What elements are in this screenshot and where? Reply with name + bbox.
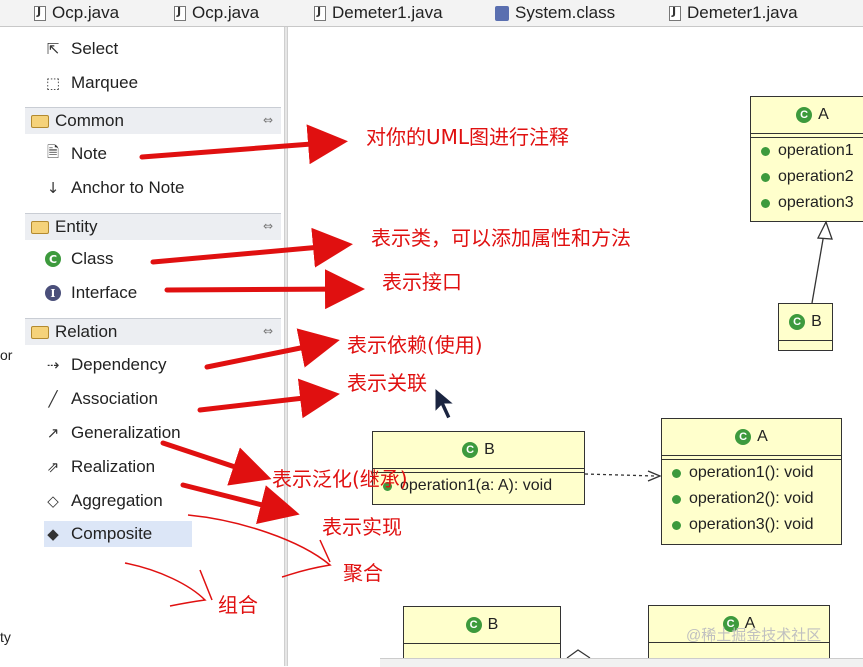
mouse-cursor-icon — [434, 386, 456, 420]
diamond-icon — [566, 649, 591, 659]
arrow-generalization — [160, 440, 272, 486]
arrow-class — [150, 227, 353, 268]
annotation-association: 表示关联 — [347, 371, 427, 395]
annotation-class: 表示类，可以添加属性和方法 — [371, 226, 631, 250]
open-arrowhead-icon — [647, 470, 662, 482]
curve-aggregation — [187, 514, 332, 578]
arrow-dependency — [204, 328, 340, 370]
annotation-aggregation: 聚合 — [343, 561, 383, 585]
curve-composite — [124, 562, 207, 607]
annotation-composite: 组合 — [218, 593, 258, 617]
annotation-generalization: 表示泛化(继承) — [272, 467, 408, 491]
hollow-triangle-icon — [816, 220, 833, 240]
annotation-realization: 表示实现 — [322, 515, 402, 539]
arrow-interface — [164, 269, 365, 310]
arrow-association — [197, 378, 340, 419]
dependency-connector[interactable] — [584, 473, 656, 477]
curve-composite-tick — [199, 569, 213, 601]
annotation-dependency: 表示依赖(使用) — [347, 333, 483, 357]
annotation-note: 对你的UML图进行注释 — [366, 125, 570, 149]
watermark: @稀土掘金技术社区 — [686, 627, 822, 644]
arrow-note — [139, 124, 348, 165]
annotation-interface: 表示接口 — [382, 270, 462, 294]
